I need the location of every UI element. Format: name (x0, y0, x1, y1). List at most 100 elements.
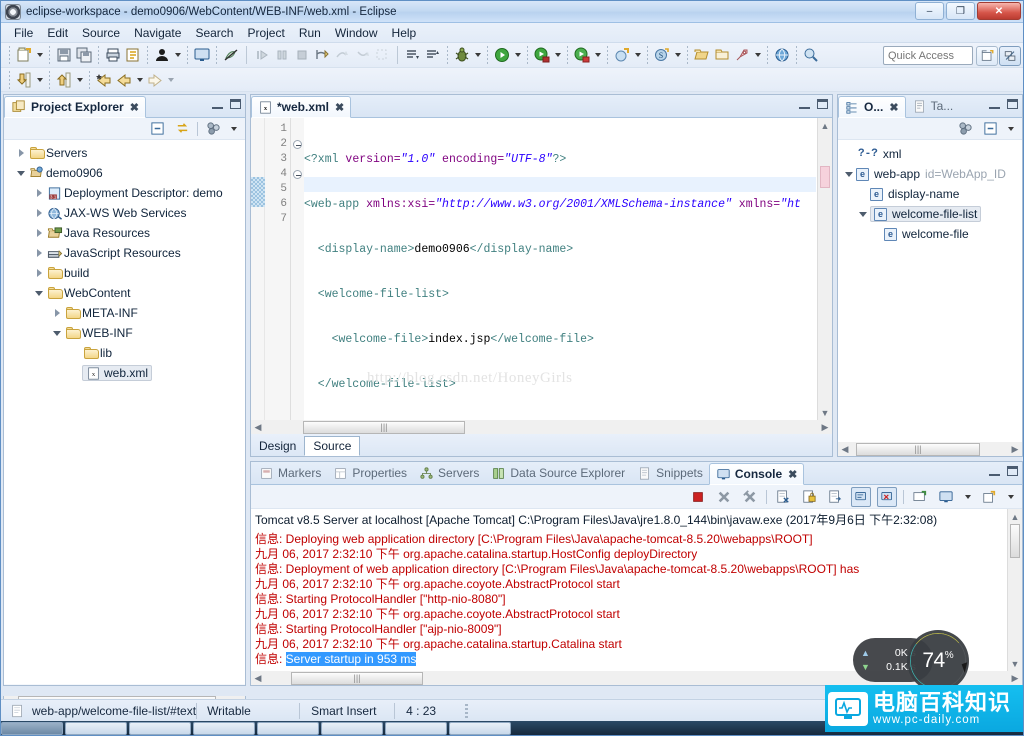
tree-row-web-xml[interactable]: x web.xml (4, 363, 245, 383)
open-console-dropdown[interactable] (962, 487, 973, 507)
scroll-lock-icon[interactable] (799, 487, 819, 507)
collapse-arrow-icon[interactable] (14, 171, 28, 176)
close-icon[interactable]: ✖ (130, 101, 139, 114)
hscroll-thumb[interactable]: ||| (856, 442, 980, 456)
editor-body[interactable]: 1 2 3 4 5 6 7 <?xml version="1.0" encodi… (251, 118, 832, 434)
minimize-button[interactable]: – (915, 2, 944, 20)
view-menu-icon[interactable] (1005, 119, 1016, 139)
tab-outline[interactable]: O... ✖ (838, 96, 906, 118)
hscroll-track[interactable]: ||| (852, 442, 1008, 456)
run-server-icon[interactable] (532, 45, 552, 65)
taskbar-item[interactable] (385, 721, 447, 735)
editor-marker-ruler[interactable] (251, 118, 265, 434)
taskbar-item[interactable] (129, 721, 191, 735)
debug-dropdown[interactable] (472, 45, 483, 65)
new-wizard-dropdown[interactable] (34, 45, 45, 65)
expand-arrow-icon[interactable] (32, 209, 46, 217)
console-scroll-thumb[interactable] (1010, 524, 1020, 558)
expand-arrow-icon[interactable] (32, 229, 46, 237)
open-type-icon[interactable] (692, 45, 712, 65)
search-web-icon[interactable] (801, 45, 821, 65)
tab-data-source-explorer[interactable]: Data Source Explorer (485, 462, 631, 484)
tab-console[interactable]: Console ✖ (708, 463, 805, 485)
menu-search[interactable]: Search (188, 24, 240, 42)
taskbar-start-button[interactable] (1, 721, 63, 735)
java-ee-perspective-button[interactable] (999, 46, 1021, 66)
sort-icon[interactable] (955, 119, 975, 139)
new-console-view-icon[interactable] (979, 487, 999, 507)
tree-row-servers[interactable]: Servers (4, 143, 245, 163)
minimize-view-icon[interactable] (799, 99, 810, 109)
tab-web-xml[interactable]: x *web.xml ✖ (251, 96, 352, 118)
expand-arrow-icon[interactable] (32, 189, 46, 197)
close-icon[interactable]: ✖ (335, 101, 344, 114)
taskbar-item[interactable] (193, 721, 255, 735)
person-dropdown[interactable] (172, 45, 183, 65)
collapse-arrow-icon[interactable] (856, 212, 870, 217)
tree-row-lib[interactable]: lib (4, 343, 245, 363)
menu-file[interactable]: File (7, 24, 40, 42)
rocket-icon[interactable] (732, 45, 752, 65)
tree-row-javascript-resources[interactable]: JavaScript Resources (4, 243, 245, 263)
outline-row-welcome-file[interactable]: e welcome-file (838, 224, 1022, 244)
outline-row-web-app[interactable]: e web-app id=WebApp_ID (838, 164, 1022, 184)
tree-row-jaxws[interactable]: JAX-WS Web Services (4, 203, 245, 223)
menu-navigate[interactable]: Navigate (127, 24, 188, 42)
fold-toggle-line4[interactable] (291, 167, 304, 182)
collapse-all-icon[interactable] (147, 119, 167, 139)
person-icon[interactable] (152, 45, 172, 65)
scroll-down-icon[interactable]: ▼ (818, 405, 832, 420)
hscroll-thumb[interactable]: ||| (303, 420, 465, 434)
editor-code-area[interactable]: <?xml version="1.0" encoding="UTF-8"?> <… (304, 122, 816, 434)
new-servlet-dropdown[interactable] (672, 45, 683, 65)
scroll-left-icon[interactable]: ◀ (251, 673, 265, 684)
close-button[interactable]: ✕ (977, 2, 1021, 20)
back-dropdown[interactable] (134, 70, 145, 90)
new-java-project-dropdown[interactable] (632, 45, 643, 65)
tree-row-deployment-descriptor[interactable]: 3.1 Deployment Descriptor: demo (4, 183, 245, 203)
outline-row-display-name[interactable]: e display-name (838, 184, 1022, 204)
restore-button[interactable]: ❐ (946, 2, 975, 20)
taskbar-item[interactable] (65, 721, 127, 735)
collapse-arrow-icon[interactable] (32, 291, 46, 296)
outline-tree[interactable]: ?-? xml e web-app id=WebApp_ID e display… (838, 140, 1022, 455)
upload-dropdown[interactable] (74, 70, 85, 90)
menu-window[interactable]: Window (328, 24, 385, 42)
save-all-icon[interactable] (74, 45, 94, 65)
display-selected-console-icon[interactable] (910, 487, 930, 507)
toggle-mark-occurrences-icon[interactable] (221, 45, 241, 65)
stop-server-dropdown[interactable] (592, 45, 603, 65)
maximize-view-icon[interactable] (1007, 99, 1018, 109)
minimize-view-icon[interactable] (989, 99, 1000, 109)
close-icon[interactable]: ✖ (889, 101, 898, 114)
print-icon[interactable] (103, 45, 123, 65)
tree-row-build[interactable]: build (4, 263, 245, 283)
menu-source[interactable]: Source (75, 24, 127, 42)
hscroll-track[interactable]: ||| (265, 420, 818, 434)
tab-task-list[interactable]: Ta... (906, 95, 960, 117)
clear-console-icon[interactable] (773, 487, 793, 507)
run-icon[interactable] (492, 45, 512, 65)
collapse-all-icon[interactable] (980, 119, 1000, 139)
outline-row-welcome-file-list[interactable]: e welcome-file-list (838, 204, 1022, 224)
expand-arrow-icon[interactable] (14, 149, 28, 157)
minimize-view-icon[interactable] (989, 466, 1000, 476)
taskbar-item[interactable] (449, 721, 511, 735)
scroll-left-icon[interactable]: ◀ (838, 444, 852, 455)
expand-arrow-icon[interactable] (50, 309, 64, 317)
tab-servers[interactable]: Servers (413, 462, 485, 484)
open-task-icon[interactable] (712, 45, 732, 65)
web-browser-icon[interactable] (772, 45, 792, 65)
new-java-project-icon[interactable] (612, 45, 632, 65)
console-vertical-scrollbar[interactable]: ▲ ▼ (1007, 509, 1022, 671)
link-icon[interactable] (123, 45, 143, 65)
scroll-left-icon[interactable]: ◀ (251, 422, 265, 433)
scroll-right-icon[interactable]: ▶ (1008, 673, 1022, 684)
quick-access-input[interactable] (883, 46, 973, 65)
new-servlet-icon[interactable]: S (652, 45, 672, 65)
scroll-up-icon[interactable]: ▲ (818, 118, 832, 133)
tree-item-selected[interactable]: x web.xml (82, 365, 153, 381)
open-perspective-button[interactable] (976, 46, 998, 66)
close-icon[interactable]: ✖ (788, 468, 797, 481)
maximize-view-icon[interactable] (1007, 466, 1018, 476)
